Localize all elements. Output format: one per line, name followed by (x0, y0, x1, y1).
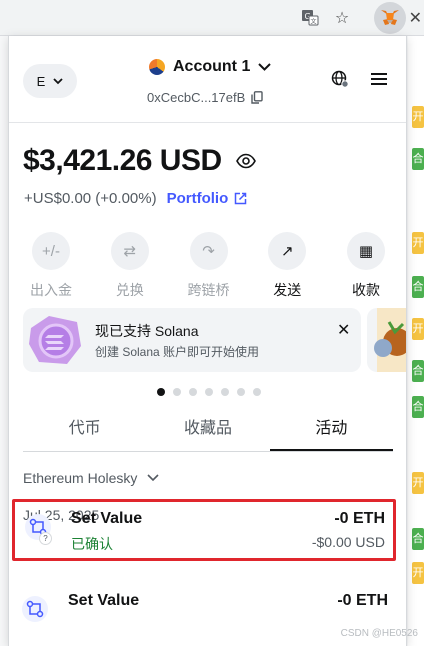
carousel-dot[interactable] (189, 388, 197, 396)
balance-change: +US$0.00 (+0.00%) Portfolio (24, 190, 247, 207)
network-label: E (36, 73, 46, 89)
transaction-row[interactable]: Set Value -0 ETH (12, 584, 396, 646)
background-cell: 合 (412, 396, 424, 418)
transaction-title: Set Value (68, 592, 140, 609)
account-name: Account 1 (173, 58, 251, 75)
close-icon[interactable]: ✕ (337, 320, 350, 340)
copy-icon[interactable] (251, 91, 263, 104)
svg-text:文: 文 (311, 18, 317, 26)
metamask-fox-icon[interactable] (374, 2, 406, 34)
background-cell: 合 (412, 148, 424, 170)
carousel-dot[interactable] (221, 388, 229, 396)
account-avatar (149, 59, 165, 75)
chevron-down-icon (147, 474, 159, 482)
browser-toolbar: G文 ☆ ✕ (0, 0, 424, 36)
action-receive[interactable]: ▦ 收款 (336, 232, 396, 300)
address-text: 0xCecbC...17efB (147, 90, 246, 105)
transaction-status: 已确认 (71, 536, 113, 552)
question-icon: ? (39, 532, 52, 545)
action-label: 跨链桥 (187, 282, 230, 298)
tab-activity[interactable]: 活动 (269, 412, 393, 451)
translate-icon[interactable]: G文 (298, 6, 322, 30)
chevron-down-icon (258, 62, 272, 71)
qr-code-icon: ▦ (347, 232, 385, 270)
action-label: 出入金 (30, 282, 72, 298)
menu-icon[interactable] (371, 72, 387, 86)
swap-icon: ⇄ (110, 232, 149, 270)
promo-illustration-icon (374, 308, 406, 372)
carousel-dots (157, 388, 261, 396)
carousel-dot[interactable] (173, 388, 181, 396)
solana-coin-icon (29, 316, 81, 364)
action-bar: +/- 出入金 ⇄ 兑换 ↷ 跨链桥 ↗ 发送 ▦ 收款 (21, 232, 396, 300)
background-cell: 开 (412, 232, 424, 254)
transaction-amount: -0 ETH (337, 592, 388, 609)
next-banner-card[interactable] (367, 308, 406, 372)
send-arrow-icon: ↗ (268, 232, 307, 270)
bridge-icon: ↷ (189, 232, 228, 270)
globe-icon[interactable] (331, 70, 349, 88)
background-cell: 开 (412, 472, 424, 494)
background-cell: 合 (412, 276, 424, 298)
background-cell: 合 (412, 360, 424, 382)
action-label: 兑换 (115, 282, 144, 298)
tab-tokens[interactable]: 代币 (23, 412, 146, 451)
background-cell: 开 (412, 318, 424, 340)
transaction-fiat: -$0.00 USD (311, 534, 385, 550)
external-link-icon (235, 192, 247, 205)
account-address[interactable]: 0xCecbC...17efB (147, 90, 263, 105)
banner-subtitle: 创建 Solana 账户即可开始使用 (95, 345, 260, 359)
balance-amount: $3,421.26 USD (23, 144, 222, 177)
carousel-dot[interactable] (253, 388, 261, 396)
transaction-title: Set Value (71, 510, 143, 527)
action-bridge[interactable]: ↷ 跨链桥 (179, 232, 239, 300)
action-label: 发送 (273, 282, 302, 298)
contract-interaction-icon (22, 596, 48, 622)
network-picker[interactable]: E (23, 64, 77, 98)
carousel-dot[interactable] (205, 388, 213, 396)
balance-display: $3,421.26 USD (23, 144, 256, 178)
close-icon[interactable]: ✕ (409, 8, 422, 28)
network-filter[interactable]: Ethereum Holesky (23, 470, 159, 486)
transaction-row[interactable]: ? Set Value 已确认 -0 ETH -$0.00 USD (12, 499, 396, 561)
tab-collectibles[interactable]: 收藏品 (146, 412, 269, 451)
action-buy-sell[interactable]: +/- 出入金 (21, 232, 81, 300)
action-label: 收款 (352, 282, 380, 298)
transaction-amount: -0 ETH (334, 510, 385, 527)
account-picker[interactable]: Account 1 (149, 58, 272, 76)
change-value: +US$0.00 (+0.00%) (24, 190, 157, 207)
carousel-dot[interactable] (237, 388, 245, 396)
buy-sell-icon: +/- (32, 232, 70, 270)
portfolio-link[interactable]: Portfolio (167, 190, 248, 207)
background-cell: 合 (412, 528, 424, 550)
action-swap[interactable]: ⇄ 兑换 (100, 232, 160, 300)
content-tabs: 代币 收藏品 活动 (23, 412, 393, 452)
carousel-dot[interactable] (157, 388, 165, 396)
action-send[interactable]: ↗ 发送 (257, 232, 317, 300)
chevron-down-icon (53, 77, 63, 84)
banner-title: 现已支持 Solana (95, 323, 199, 339)
background-cell: 开 (412, 106, 424, 128)
eye-icon[interactable] (235, 151, 256, 171)
network-filter-label: Ethereum Holesky (23, 470, 138, 486)
solana-banner[interactable]: 现已支持 Solana 创建 Solana 账户即可开始使用 ✕ (23, 308, 361, 372)
header-divider (9, 122, 406, 123)
watermark-text: CSDN @HE0526 (340, 628, 418, 639)
star-icon[interactable]: ☆ (330, 6, 354, 30)
background-cell: 开 (412, 562, 424, 584)
portfolio-label: Portfolio (166, 190, 229, 207)
